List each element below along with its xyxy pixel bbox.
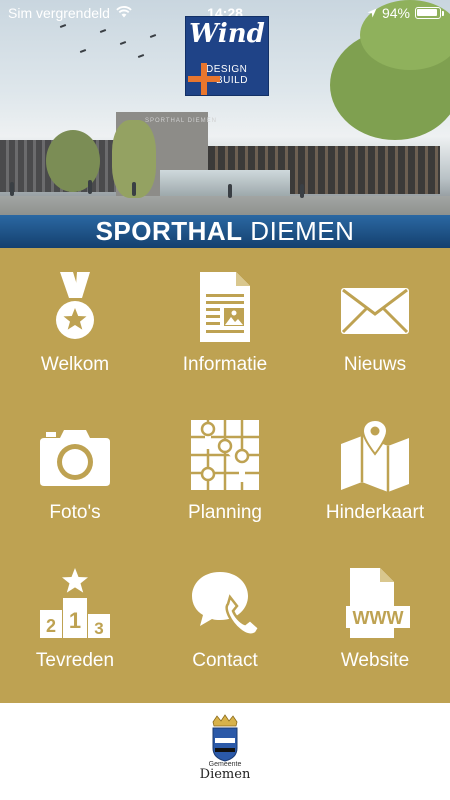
gemeente-diemen-crest-icon	[212, 714, 238, 762]
menu-item-fotos[interactable]: Foto's	[0, 396, 150, 544]
menu-item-label: Hinderkaart	[325, 502, 425, 523]
camera-icon	[40, 430, 110, 486]
document-icon	[200, 272, 250, 342]
building-sign: SPORTHAL DIEMEN	[145, 118, 218, 124]
building-entrance	[160, 170, 290, 198]
menu-item-label: Informatie	[182, 354, 268, 375]
location-arrow-icon	[367, 5, 377, 21]
envelope-icon	[341, 288, 409, 334]
podium-first: 1	[69, 608, 81, 633]
medal-icon	[56, 272, 94, 339]
menu-item-hinderkaart[interactable]: Hinderkaart	[300, 396, 450, 544]
menu-item-informatie[interactable]: Informatie	[150, 248, 300, 396]
menu-item-label: Nieuws	[343, 354, 407, 375]
menu-item-welkom[interactable]: Welkom	[0, 248, 150, 396]
logo-subtitle: DESIGN BUILD	[206, 64, 248, 86]
page-title: SPORTHAL DIEMEN	[0, 215, 450, 248]
menu-item-planning[interactable]: Planning	[150, 396, 300, 544]
status-right: 94%	[367, 5, 444, 21]
person	[228, 184, 232, 198]
menu-item-label: Planning	[188, 502, 262, 523]
bird-decoration	[137, 54, 145, 58]
diemen-label: Diemen	[199, 767, 251, 782]
menu-item-contact[interactable]: Contact	[150, 544, 300, 692]
battery-cap	[442, 10, 444, 16]
menu-item-website[interactable]: WWW Website	[300, 544, 450, 692]
menu-item-label: Welkom	[40, 354, 110, 375]
bird-decoration	[79, 49, 87, 53]
menu-item-label: Tevreden	[35, 650, 115, 671]
header-banner: SPORTHAL DIEMEN Sim vergrendeld 14:28 94…	[0, 0, 450, 248]
bird-decoration	[99, 29, 107, 33]
battery-percent: 94%	[381, 5, 410, 21]
www-label: WWW	[353, 608, 404, 628]
main-menu-grid: Welkom Informatie Nieuws Foto's Planning…	[0, 248, 450, 703]
planning-grid-icon	[191, 420, 259, 490]
logo-plus-vertical	[201, 63, 207, 95]
wind-design-build-logo: Wind DESIGN BUILD	[185, 16, 269, 96]
person	[132, 182, 136, 196]
podium-icon: 1 2 3	[40, 568, 110, 638]
menu-item-tevreden[interactable]: 1 2 3 Tevreden	[0, 544, 150, 692]
person	[300, 184, 304, 198]
podium-third: 3	[94, 619, 103, 638]
bird-decoration	[119, 41, 127, 45]
menu-item-label: Foto's	[49, 502, 101, 523]
phone-bubble-icon	[192, 572, 260, 636]
footer: Gemeente Diemen	[0, 703, 450, 800]
title-bold: SPORTHAL	[95, 216, 243, 246]
battery-icon	[415, 7, 441, 19]
map-pin-icon	[341, 418, 409, 492]
bird-decoration	[149, 34, 157, 38]
www-document-icon: WWW	[346, 568, 410, 638]
podium-second: 2	[46, 616, 56, 636]
menu-item-label: Website	[340, 650, 410, 671]
person	[88, 180, 92, 194]
logo-sub-design: DESIGN	[206, 64, 248, 75]
logo-word: Wind	[189, 19, 265, 49]
menu-item-nieuws[interactable]: Nieuws	[300, 248, 450, 396]
title-regular: DIEMEN	[250, 216, 355, 246]
menu-item-label: Contact	[192, 650, 258, 671]
person	[10, 182, 14, 196]
